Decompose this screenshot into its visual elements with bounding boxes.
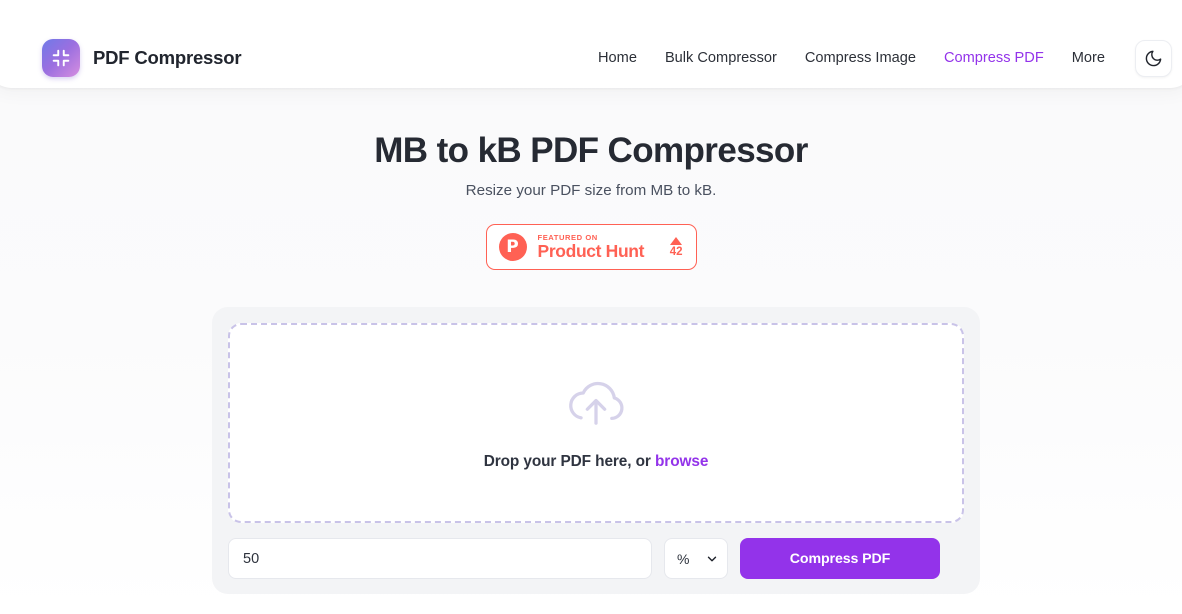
pdf-dropzone[interactable]: Drop your PDF here, or browse — [228, 323, 964, 523]
product-hunt-row: P FEATURED ON Product Hunt 42 — [0, 199, 1182, 271]
page-subtitle: Resize your PDF size from MB to kB. — [465, 182, 717, 200]
product-hunt-logo-icon: P — [498, 233, 527, 262]
target-size-input[interactable] — [228, 538, 652, 579]
main-navigation: Home Bulk Compressor Compress Image Comp… — [584, 39, 1172, 77]
dropzone-label: Drop your PDF here, or browse — [484, 453, 709, 471]
page-root: PDF Compressor Home Bulk Compressor Comp… — [0, 0, 1182, 614]
browse-link[interactable]: browse — [655, 453, 708, 470]
unit-select-wrapper: % kB MB — [664, 538, 728, 579]
compress-pdf-button[interactable]: Compress PDF — [740, 538, 940, 579]
dark-mode-toggle-button[interactable] — [1135, 39, 1172, 77]
dropzone-text: Drop your PDF here, or — [483, 452, 651, 470]
nav-link-compress-pdf[interactable]: Compress PDF — [930, 43, 1058, 74]
nav-link-bulk-compressor[interactable]: Bulk Compressor — [651, 43, 791, 74]
product-hunt-featured-label: FEATURED ON — [537, 232, 598, 242]
unit-select[interactable]: % kB MB — [664, 538, 728, 579]
product-hunt-name: Product Hunt — [537, 241, 645, 262]
product-hunt-upvote: 42 — [669, 236, 683, 259]
nav-link-more[interactable]: More — [1058, 43, 1119, 74]
product-hunt-badge[interactable]: P FEATURED ON Product Hunt 42 — [485, 224, 697, 271]
product-hunt-upvote-count: 42 — [669, 245, 683, 258]
site-header: PDF Compressor Home Bulk Compressor Comp… — [0, 0, 1182, 88]
nav-link-home[interactable]: Home — [584, 43, 651, 74]
upvote-triangle-icon — [670, 236, 683, 245]
moon-icon — [1144, 49, 1163, 68]
compress-arrows-icon — [42, 39, 80, 77]
cloud-upload-icon — [565, 376, 627, 428]
compressor-tool-card: Drop your PDF here, or browse % kB MB Co… — [212, 307, 980, 594]
compressor-controls: % kB MB Compress PDF — [228, 523, 964, 579]
hero-section: MB to kB PDF Compressor Resize your PDF … — [0, 88, 1182, 271]
brand-name: PDF Compressor — [93, 47, 242, 68]
product-hunt-text: FEATURED ON Product Hunt — [538, 234, 659, 261]
page-title: MB to kB PDF Compressor — [374, 131, 808, 170]
brand-logo-link[interactable]: PDF Compressor — [42, 39, 242, 77]
nav-link-compress-image[interactable]: Compress Image — [791, 43, 930, 74]
